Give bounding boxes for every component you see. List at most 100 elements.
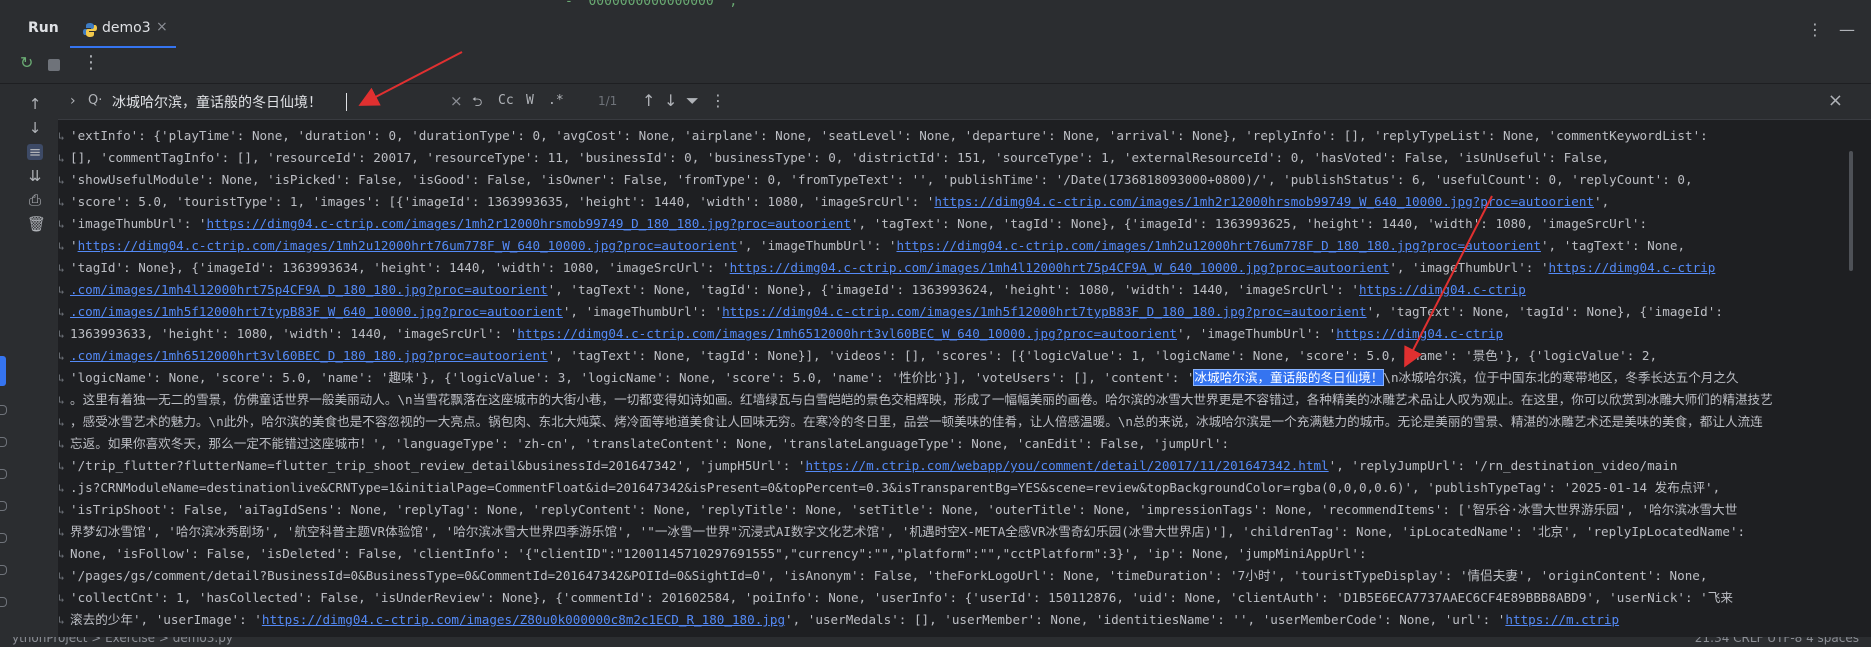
- console-text: 'tagId': None}, {'imageId': 1363993634, …: [70, 260, 730, 275]
- stop-icon[interactable]: [48, 59, 60, 71]
- console-line: ↳ .js?CRNModuleName=destinationlive&CRNTy…: [58, 477, 1853, 499]
- console-text: ', 'userMedals': [], 'userMember': None,…: [785, 612, 1506, 627]
- more-actions-icon[interactable]: ⋮: [82, 52, 100, 73]
- console-text: 'showUsefulModule': None, 'isPicked': Fa…: [70, 172, 1693, 187]
- wrap-marker-icon: ↳: [58, 460, 65, 473]
- console-line: ↳ 'logicName': None, 'score': 5.0, 'name'…: [58, 367, 1853, 389]
- wrap-marker-icon: ↳: [58, 592, 65, 605]
- wrap-marker-icon: ↳: [58, 372, 65, 385]
- status-breadcrumb[interactable]: ythonProject > Exercise > demo3.py: [12, 637, 233, 645]
- url-link[interactable]: https://dimg04.c-ctrip.com/images/1mh2u1…: [896, 238, 1540, 253]
- console-text: ',: [1594, 194, 1610, 209]
- find-bar: › Q· 冰城哈尔滨，童话般的冬日仙境！ × ⮌ Cc W .* 1/1 ↑ ↓…: [58, 84, 1871, 120]
- side-tool-icon[interactable]: [0, 597, 7, 607]
- side-tool-icon[interactable]: [0, 501, 7, 511]
- close-find-icon[interactable]: ×: [1828, 90, 1843, 111]
- console-line: ↳ None, 'isFollow': False, 'isDeleted': F…: [58, 543, 1853, 565]
- side-tool-icon[interactable]: [0, 565, 7, 575]
- run-toolbar: Run demo3 × ⋮ —: [0, 8, 1871, 48]
- console-line: ↳ 滚去的少年', 'userImage': 'https://dimg04.c-…: [58, 609, 1853, 631]
- soft-wrap-icon[interactable]: ≡: [27, 144, 43, 160]
- find-more-icon[interactable]: ⋮: [710, 91, 726, 110]
- side-tool-icon[interactable]: [0, 405, 7, 415]
- status-info: 21:34 CRLF UTF-8 4 spaces: [1694, 637, 1859, 645]
- scroll-to-end-icon[interactable]: ⇊: [27, 168, 43, 184]
- console-text: ', 'tagText': None,: [1540, 238, 1686, 253]
- console-text: ', 'imageThumbUrl': ': [1177, 326, 1337, 341]
- url-link[interactable]: https://dimg04.c-ctrip: [1336, 326, 1503, 341]
- url-link[interactable]: https://m.ctrip.com/webapp/you/comment/d…: [805, 458, 1328, 473]
- url-link[interactable]: https://dimg04.c-ctrip.com/images/Z80u0k…: [262, 612, 785, 627]
- console-text: 。这里有着独一无二的雪景，仿佛童话世界一般美丽动人。\n当雪花飘落在这座城市的大…: [70, 392, 1773, 407]
- console-text: ', 'tagText': None, 'tagId': None}, {'im…: [547, 282, 1359, 297]
- url-link[interactable]: https://dimg04.c-ctrip.com/images/1mh4l1…: [730, 260, 1390, 275]
- side-tool-icon[interactable]: [0, 469, 7, 479]
- console-line: ↳ 1363993633, 'height': 1080, 'width': 14…: [58, 323, 1853, 345]
- console-text: ，感受冰雪艺术的魅力。\n此外，哈尔滨的美食也是不容忽视的一大亮点。锅包肉、东北…: [70, 414, 1763, 429]
- minimize-icon[interactable]: —: [1839, 20, 1855, 39]
- run-actions-bar: ↻ ⋮: [0, 48, 1871, 84]
- url-link[interactable]: .com/images/1mh6512000hrt3vl60BEC_D_180_…: [70, 348, 548, 363]
- tab-demo3[interactable]: demo3 ×: [70, 12, 176, 48]
- console-text: \n冰城哈尔滨，位于中国东北的寒带地区，冬季长达五个月之久: [1383, 370, 1739, 385]
- console-text: [], 'commentTagInfo': [], 'resourceId': …: [70, 150, 1610, 165]
- console-text: ', 'replyJumpUrl': '/rn_destination_vide…: [1328, 458, 1678, 473]
- clear-search-icon[interactable]: ×: [450, 92, 463, 110]
- expand-replace-icon[interactable]: ›: [70, 93, 76, 109]
- side-tool-icon[interactable]: [0, 533, 7, 543]
- console-text: ': [70, 238, 78, 253]
- regex-toggle[interactable]: .*: [548, 93, 564, 108]
- scroll-up-icon[interactable]: ↑: [27, 96, 43, 112]
- vertical-scrollbar[interactable]: [1849, 121, 1853, 647]
- wrap-marker-icon: ↳: [58, 394, 65, 407]
- console-line: ↳ .com/images/1mh4l12000hrt75p4CF9A_D_180…: [58, 279, 1853, 301]
- wrap-marker-icon: ↳: [58, 130, 65, 143]
- search-icon[interactable]: Q·: [88, 93, 102, 108]
- filter-icon[interactable]: ⏷: [686, 91, 699, 111]
- wrap-marker-icon: ↳: [58, 504, 65, 517]
- side-tool-icon[interactable]: [0, 437, 7, 447]
- wrap-marker-icon: ↳: [58, 240, 65, 253]
- console-line: ↳ 忘返。如果你喜欢冬天，那么一定不能错过这座城市！', 'languageTyp…: [58, 433, 1853, 455]
- console-text: 'isTripShoot': False, 'aiTagIdSens': Non…: [70, 502, 1738, 517]
- console-line: ↳ 'score': 5.0, 'touristType': 1, 'images…: [58, 191, 1853, 213]
- url-link[interactable]: https://dimg04.c-ctrip.com/images/1mh5f1…: [722, 304, 1366, 319]
- close-icon[interactable]: ×: [156, 19, 168, 35]
- console-text: 'extInfo': {'playTime': None, 'duration'…: [70, 128, 1708, 143]
- url-link[interactable]: https://dimg04.c-ctrip: [1549, 260, 1716, 275]
- url-link[interactable]: https://dimg04.c-ctrip.com/images/1mh651…: [517, 326, 1177, 341]
- side-panel-active-icon[interactable]: [0, 356, 6, 386]
- search-input[interactable]: 冰城哈尔滨，童话般的冬日仙境！: [112, 92, 322, 112]
- url-link[interactable]: https://dimg04.c-ctrip.com/images/1mh2r1…: [206, 216, 850, 231]
- previous-match-icon[interactable]: ↑: [642, 91, 655, 110]
- wrap-marker-icon: ↳: [58, 438, 65, 451]
- url-link[interactable]: https://dimg04.c-ctrip: [1359, 282, 1526, 297]
- wrap-marker-icon: ↳: [58, 152, 65, 165]
- wrap-marker-icon: ↳: [58, 548, 65, 561]
- console-line: ↳ '/trip_flutter?flutterName=flutter_trip…: [58, 455, 1853, 477]
- match-count: 1/1: [598, 94, 618, 108]
- match-case-toggle[interactable]: Cc: [498, 93, 514, 108]
- console-line: ↳ .com/images/1mh5f12000hrt7typB83F_W_640…: [58, 301, 1853, 323]
- print-icon[interactable]: ⎙: [27, 192, 43, 208]
- url-link[interactable]: https://m.ctrip: [1505, 612, 1619, 627]
- rerun-icon[interactable]: ↻: [20, 53, 36, 72]
- more-options-icon[interactable]: ⋮: [1807, 20, 1823, 39]
- tab-title: demo3: [102, 20, 151, 36]
- wrap-marker-icon: ↳: [58, 482, 65, 495]
- console-line: ↳ 'collectCnt': 1, 'hasCollected': False,…: [58, 587, 1853, 609]
- clear-all-icon[interactable]: 🗑: [27, 216, 46, 232]
- new-line-option-icon[interactable]: ⮌: [472, 93, 482, 115]
- status-bar: ythonProject > Exercise > demo3.py 21:34…: [0, 637, 1871, 647]
- scroll-down-icon[interactable]: ↓: [27, 120, 43, 136]
- whole-words-toggle[interactable]: W: [526, 93, 534, 108]
- url-link[interactable]: .com/images/1mh4l12000hrt75p4CF9A_D_180_…: [70, 282, 548, 297]
- url-link[interactable]: .com/images/1mh5f12000hrt7typB83F_W_640_…: [70, 304, 563, 319]
- url-link[interactable]: https://dimg04.c-ctrip.com/images/1mh2u1…: [78, 238, 738, 253]
- console-output[interactable]: ↳ 'extInfo': {'playTime': None, 'duration…: [58, 121, 1853, 647]
- console-text: .js?CRNModuleName=destinationlive&CRNTyp…: [70, 480, 1721, 495]
- scrollbar-thumb[interactable]: [1849, 151, 1853, 271]
- url-link[interactable]: https://dimg04.c-ctrip.com/images/1mh2r1…: [934, 194, 1594, 209]
- next-match-icon[interactable]: ↓: [664, 91, 677, 110]
- console-text: 滚去的少年', 'userImage': ': [70, 612, 262, 627]
